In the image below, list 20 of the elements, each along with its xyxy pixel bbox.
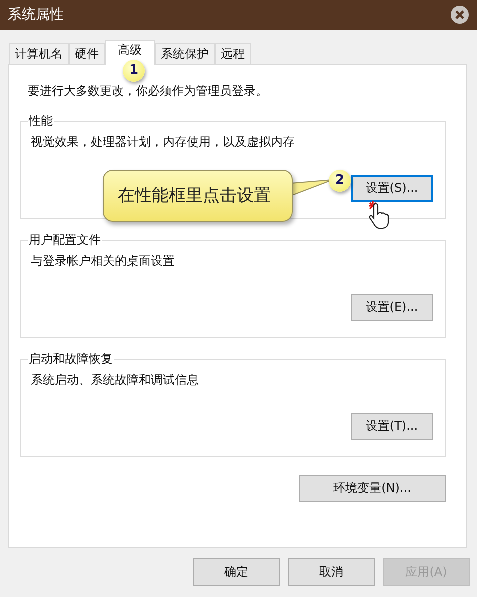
group-description: 与登录帐户相关的桌面设置 <box>31 253 176 270</box>
settings-button[interactable]: 设置(T)... <box>351 413 433 440</box>
tab[interactable]: 系统保护 <box>155 43 215 64</box>
settings-button[interactable]: 设置(E)... <box>351 294 433 321</box>
callout: 在性能框里点击设置 <box>103 170 293 222</box>
tab[interactable]: 远程 <box>215 43 251 64</box>
tab[interactable]: 硬件 <box>69 43 105 64</box>
group-title: 启动和故障恢复 <box>28 351 114 368</box>
dialog-button[interactable]: 取消 <box>288 558 375 586</box>
tab[interactable]: 高级 <box>105 40 155 65</box>
group-title: 用户配置文件 <box>28 232 102 249</box>
group-description: 系统启动、系统故障和调试信息 <box>31 372 200 389</box>
dialog-button[interactable]: 确定 <box>193 558 280 586</box>
notice-text: 要进行大多数更改，你必须作为管理员登录。 <box>27 83 269 100</box>
group-title: 性能 <box>28 113 54 130</box>
group-description: 视觉效果，处理器计划，内存使用，以及虚拟内存 <box>31 134 296 151</box>
tab[interactable]: 计算机名 <box>9 43 69 64</box>
settings-button[interactable]: 设置(S)... <box>351 175 433 202</box>
window-title: 系统属性 <box>8 6 64 24</box>
environment-variables-button[interactable]: 环境变量(N)... <box>299 475 446 502</box>
